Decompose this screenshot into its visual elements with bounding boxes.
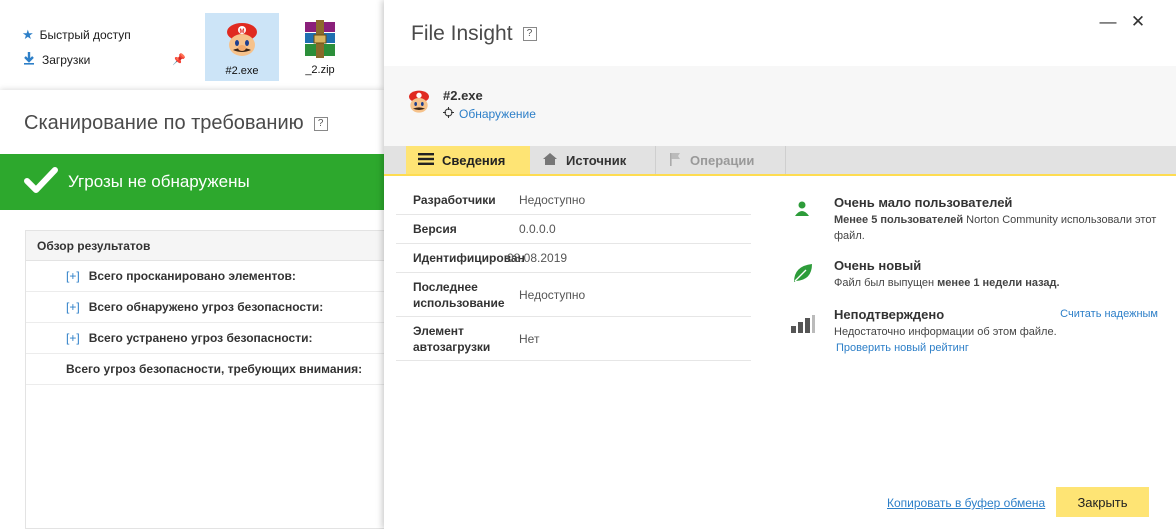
on-demand-scan-window: Сканирование по требованию? Угрозы не об…	[0, 90, 405, 529]
detail-row: Элемент автозагрузки Нет	[396, 317, 751, 361]
expand-button[interactable]: [+]	[66, 300, 80, 314]
tab-details[interactable]: Сведения	[406, 146, 530, 174]
tab-bar: Сведения Источник Операции	[384, 146, 1176, 176]
dialog-title: File Insight?	[411, 22, 537, 46]
scan-status-text: Угрозы не обнаружены	[68, 172, 250, 191]
mark-trusted-link[interactable]: Считать надежным	[1060, 308, 1158, 320]
winrar-archive-icon	[299, 18, 341, 60]
close-button[interactable]: Закрыть	[1056, 487, 1149, 517]
scan-title-text: Сканирование по требованию	[24, 112, 304, 134]
minimize-icon[interactable]: —	[1096, 12, 1120, 32]
detection-link-label: Обнаружение	[459, 107, 536, 121]
detail-label: Разработчики	[413, 193, 496, 207]
file-age-info: Очень новый Файл был выпущен менее 1 нед…	[786, 257, 1166, 291]
copy-to-clipboard-link[interactable]: Копировать в буфер обмена	[887, 496, 1045, 510]
check-rating-link[interactable]: Проверить новый рейтинг	[836, 340, 1166, 356]
results-row-label: Всего устранено угроз безопасности:	[88, 331, 313, 345]
flag-icon	[668, 152, 682, 169]
detail-value: 0.0.0.0	[519, 222, 556, 236]
file-header: #2.exe Обнаружение	[384, 66, 1176, 146]
file-insight-dialog: File Insight? — ✕ #2.exe Обнаружение Све…	[384, 0, 1176, 529]
detail-label: Версия	[413, 222, 457, 236]
file-item-zip[interactable]: _2.zip	[283, 13, 357, 81]
close-icon[interactable]: ✕	[1126, 12, 1150, 32]
crosshair-icon	[443, 107, 454, 121]
file-age-title: Очень новый	[834, 258, 922, 273]
detail-row: Последнее использование Недоступно	[396, 273, 751, 317]
mario-exe-icon: M	[221, 19, 263, 61]
mario-exe-icon	[405, 88, 433, 116]
nav-quick-access[interactable]: ★ Быстрый доступ	[22, 27, 131, 43]
detail-row: Разработчики Недоступно	[396, 186, 751, 215]
download-arrow-icon	[22, 51, 36, 68]
star-icon: ★	[22, 27, 34, 42]
results-row: [+] Всего устранено угроз безопасности:	[26, 323, 404, 354]
tab-details-label: Сведения	[442, 152, 506, 168]
results-row: [+] Всего обнаружено угроз безопасности:	[26, 292, 404, 323]
detail-value: Недоступно	[519, 287, 586, 302]
results-panel: Обзор результатов [+] Всего просканирова…	[25, 230, 405, 529]
community-usage-text: Очень мало пользователей Менее 5 пользов…	[834, 194, 1166, 244]
detail-value: 08.08.2019	[507, 251, 568, 265]
results-row-label: Всего угроз безопасности, требующих вним…	[66, 362, 363, 376]
community-usage-count: Менее 5 пользователей	[834, 214, 964, 226]
detail-label: Элемент автозагрузки	[413, 323, 491, 354]
results-header: Обзор результатов	[26, 231, 404, 261]
file-age-value: менее 1 недели назад.	[937, 277, 1060, 289]
user-icon	[794, 200, 818, 224]
detection-link[interactable]: Обнаружение	[443, 107, 536, 121]
file-item-exe-name: #2.exe	[225, 65, 259, 77]
community-usage-info: Очень мало пользователей Менее 5 пользов…	[786, 194, 1166, 244]
scan-help-button[interactable]: ?	[313, 116, 328, 131]
detail-row: Версия 0.0.0.0	[396, 215, 751, 244]
tab-operations-label: Операции	[690, 152, 755, 168]
nav-quick-access-label: Быстрый доступ	[39, 28, 131, 42]
nav-downloads[interactable]: Загрузки	[22, 51, 90, 68]
expand-button[interactable]: [+]	[66, 331, 80, 345]
file-age-text: Очень новый Файл был выпущен менее 1 нед…	[834, 257, 1166, 291]
scan-title: Сканирование по требованию?	[24, 112, 328, 135]
list-icon	[418, 152, 434, 168]
rating-bars-icon	[791, 315, 815, 339]
tab-source[interactable]: Источник	[530, 146, 656, 174]
file-name: #2.exe	[443, 88, 483, 103]
home-icon	[542, 152, 558, 169]
checkmark-icon	[24, 166, 58, 199]
community-usage-title: Очень мало пользователей	[834, 195, 1013, 210]
tab-operations[interactable]: Операции	[656, 146, 786, 174]
detail-label: Идентифицирован	[413, 251, 525, 265]
scan-status-banner: Угрозы не обнаружены	[0, 154, 384, 210]
results-row-label: Всего просканировано элементов:	[88, 269, 296, 283]
results-row: Всего угроз безопасности, требующих вним…	[26, 354, 404, 385]
file-item-exe[interactable]: M #2.exe	[205, 13, 279, 81]
leaf-icon	[792, 262, 816, 286]
pin-icon[interactable]: 📌	[172, 53, 186, 66]
detail-row: Идентифицирован 08.08.2019	[396, 244, 751, 273]
results-row: [+] Всего просканировано элементов:	[26, 261, 404, 292]
expand-button[interactable]: [+]	[66, 269, 80, 283]
file-item-zip-name: _2.zip	[305, 64, 335, 76]
tab-source-label: Источник	[566, 152, 627, 168]
trust-info: Неподтверждено Недостаточно информации о…	[786, 306, 1166, 356]
dialog-help-button[interactable]: ?	[522, 27, 537, 42]
detail-value: Нет	[519, 331, 540, 346]
nav-downloads-label: Загрузки	[42, 52, 91, 67]
dialog-title-text: File Insight	[411, 22, 513, 45]
trust-desc: Недостаточно информации об этом файле.	[834, 326, 1057, 338]
detail-value: Недоступно	[519, 193, 586, 207]
file-age-desc: Файл был выпущен	[834, 277, 938, 289]
results-row-label: Всего обнаружено угроз безопасности:	[88, 300, 324, 314]
detail-label: Последнее использование	[413, 279, 505, 310]
details-table: Разработчики Недоступно Версия 0.0.0.0 И…	[396, 186, 751, 361]
